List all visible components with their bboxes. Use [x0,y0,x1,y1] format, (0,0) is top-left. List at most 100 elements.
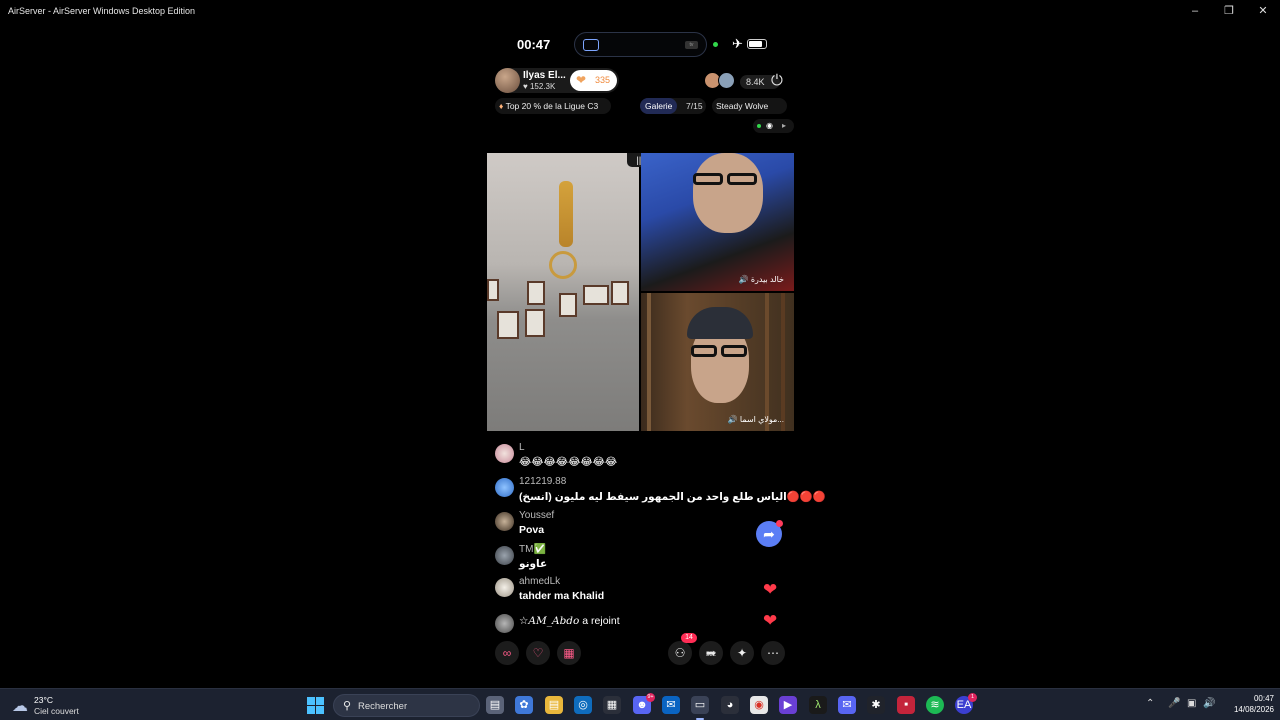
gallery-count: 7/15 [686,101,703,111]
app-icon[interactable]: ■ [897,696,915,714]
bookshelf [765,293,769,431]
share-floating-button[interactable]: ➦ [756,520,783,547]
match-button[interactable]: ♡ [526,641,550,665]
glasses [691,345,717,357]
restore-icon[interactable]: ❐ [1212,0,1246,21]
windows-taskbar: ☁ 23°C Ciel couvert ⚲ Rechercher ▤ ✿ ▤ ◎… [0,688,1280,720]
mirrored-phone-screen: 00:47 tv ✈ Ilyas El... ♥ 152.3K ❤ 335 8.… [487,22,826,687]
camera-control[interactable]: ◉ ▸ [753,119,794,133]
more-options-button[interactable]: ⋯ [761,641,785,665]
more-features-button[interactable]: ▦ [557,641,581,665]
display-icon[interactable]: ▣ [1187,698,1196,709]
host-likes-count: 152.3K [529,82,556,91]
camera-in-use-indicator [713,42,718,47]
ellipsis-icon: ⋯ [767,646,779,660]
system-clock[interactable]: 00:47 14/08/2026 [1220,693,1274,715]
magic-wand-button[interactable]: ✦ [730,641,754,665]
picture-frame [525,309,545,337]
app-icon[interactable]: λ [809,696,827,714]
picture-frame [527,281,545,305]
cloud-icon: ☁ [12,698,28,715]
copilot-icon[interactable]: ✿ [515,696,533,714]
power-icon[interactable]: ⏻ [771,72,783,89]
bookshelf [781,293,785,431]
glasses [727,173,757,185]
clock-time: 00:47 [1253,694,1274,703]
link-guests-button[interactable]: ∞ [495,641,519,665]
discord-icon[interactable]: ☻ 9+ [633,693,655,714]
magic-wand-icon: ✦ [736,646,748,660]
search-placeholder: Rechercher [358,701,408,712]
chrome-icon[interactable]: ◉ [750,696,768,714]
follow-button[interactable]: ❤ 335 [570,70,617,91]
messenger-icon[interactable]: ✉ [838,696,856,714]
follow-count: 335 [595,75,611,85]
commenter-avatar[interactable] [495,546,514,565]
volume-icon[interactable]: 🔊 [1203,698,1215,709]
status-dot [757,124,761,128]
glasses [693,173,723,185]
game-controller-icon[interactable]: ▶ [779,696,797,714]
gift-box-button[interactable]: ⚇ [668,641,692,665]
guest-cap [687,307,753,339]
steady-wolves-badge[interactable]: Steady Wolve [712,98,787,114]
gallery-label: Galerie [640,98,678,114]
spotify-icon[interactable]: ≋ [926,696,944,714]
chevron-up-icon[interactable]: ⌃ [1146,698,1154,709]
commenter-avatar[interactable] [495,444,514,463]
gift-box-icon: ⚇ [674,646,686,660]
viewers[interactable]: 8.4K [704,71,780,91]
phone-status-bar: 00:47 tv ✈ [487,32,794,58]
host-likes: ♥ 152.3K [523,82,555,91]
temperature: 23°C [34,695,53,705]
dynamic-island[interactable]: tv [574,32,707,57]
notification-dot [776,520,783,527]
comment-message: الياس طلع واحد من الجمهور سيفط ليه مليون… [519,491,827,503]
comment-message: عاونو [519,558,548,570]
outlook-icon[interactable]: ✉ [662,696,680,714]
phone-clock: 00:47 [517,37,551,52]
airserver-icon[interactable]: ▭ [691,696,709,720]
comment-user: L [519,442,525,453]
picture-frame [487,279,499,301]
start-button[interactable] [307,697,324,714]
edge-icon[interactable]: ◎ [574,696,592,714]
commenter-avatar[interactable] [495,512,514,531]
host-avatar[interactable] [495,68,520,93]
ea-app-icon[interactable]: EA 1 [955,693,977,714]
guest-bottom-caption: 🔊 مولاي اسما... [728,415,784,424]
window-titlebar: AirServer - AirServer Windows Desktop Ed… [0,0,1280,21]
microphone-icon[interactable]: 🎤 [1168,698,1180,709]
link-icon: ∞ [502,646,512,660]
viewer-avatar[interactable] [718,72,735,89]
guest-video-top[interactable]: 🔊 خالد بيدرة [641,153,794,291]
comment-user: ahmedLk [519,576,561,587]
app-icon[interactable]: ✱ [867,696,885,714]
close-icon[interactable]: ✕ [1246,0,1280,21]
comment-message: 😂😂😂😂😂😂😂😂 [519,456,618,468]
host-video[interactable] [487,153,639,431]
league-rank-badge[interactable]: ♦ Top 20 % de la Ligue C3 [495,98,611,114]
guest-video-bottom[interactable]: 🔊 مولاي اسما... [641,293,794,431]
joiner-avatar[interactable] [495,614,514,633]
taskbar-search[interactable]: ⚲ Rechercher [333,694,480,717]
search-icon: ⚲ [343,700,352,712]
host-name: Ilyas El... [523,70,566,81]
picture-frame [497,311,519,339]
minimize-icon[interactable]: – [1178,0,1212,21]
file-explorer-icon[interactable]: ▤ [545,696,563,714]
floating-heart-icon: ❤ [763,580,778,599]
task-view-icon[interactable]: ▤ [486,696,504,714]
guest-face [693,153,763,233]
picture-frame [583,285,609,305]
picture-frame [559,293,577,317]
chevron-right-icon: ▸ [782,121,787,130]
commenter-avatar[interactable] [495,478,514,497]
commenter-avatar[interactable] [495,578,514,597]
gallery-badge[interactable]: Galerie 7/15 [640,98,706,114]
app-icon[interactable]: ◕ [721,696,739,714]
speaker-icon: 🔊 [727,415,738,424]
microsoft-store-icon[interactable]: ▦ [603,696,621,714]
join-text: ☆𝐴𝑀_𝐴𝑏𝑑𝑜 a rejoint [519,615,620,627]
league-rank-text: Top 20 % de la Ligue C3 [505,101,599,111]
